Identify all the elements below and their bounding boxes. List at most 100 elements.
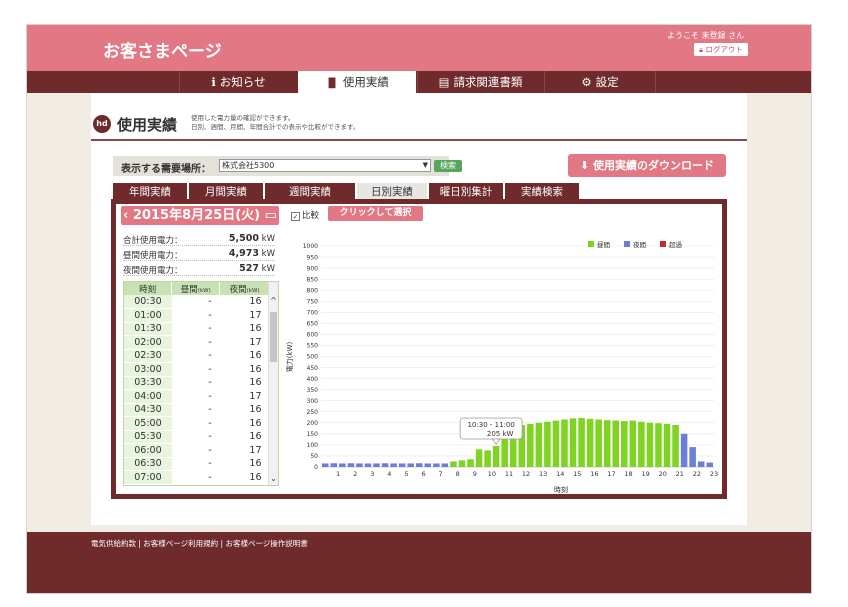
- column-header-day-label: 昼間: [180, 284, 198, 295]
- date-navigator: ‹ 2015年8月25日(火) ▭ ›: [121, 206, 279, 242]
- title-divider: [91, 139, 747, 141]
- location-selector-row: 表示する需要場所： 株式会社5300 ▼ 検索: [113, 156, 462, 176]
- brand-title: お客さまページ: [103, 42, 222, 62]
- usage-chart-icon: hd: [93, 115, 111, 133]
- scroll-down-icon[interactable]: ⌄: [269, 474, 278, 483]
- y-tick-label: 200: [307, 420, 319, 427]
- x-tick-label: 5: [404, 470, 408, 478]
- nav-label: 使用実績: [342, 75, 389, 89]
- download-button[interactable]: ⬇ 使用実績のダウンロード: [568, 154, 726, 177]
- unit-label: kW: [258, 249, 275, 259]
- cell-time: 02:30: [124, 349, 172, 363]
- x-tick-label: 20: [659, 470, 667, 478]
- cell-night: 17: [219, 443, 270, 458]
- scrollbar-thumb[interactable]: [270, 312, 277, 362]
- table-row: 01:00-17: [124, 308, 270, 323]
- search-button[interactable]: 検索: [434, 160, 462, 172]
- calendar-icon[interactable]: ▭: [265, 208, 277, 223]
- unit-label: (kW): [197, 287, 211, 294]
- cell-time: 05:30: [124, 430, 172, 444]
- table-row: 05:30-16: [124, 430, 270, 444]
- nav-label: 設定: [595, 75, 619, 89]
- chart-bar: [407, 463, 414, 467]
- nav-label: 請求関連書類: [453, 75, 523, 89]
- tooltip-pointer: [491, 438, 501, 445]
- chart-bar: [398, 463, 406, 467]
- logout-button[interactable]: 🔒︎ ログアウト: [694, 43, 748, 56]
- table-row: 04:30-16: [124, 403, 270, 417]
- compare-checkbox[interactable]: ✓ 比較: [291, 209, 319, 221]
- nav-label: お知らせ: [219, 75, 266, 89]
- table-row: 03:00-16: [124, 362, 270, 377]
- footer-link-page-terms[interactable]: お客様ページ利用規約: [143, 539, 218, 548]
- location-select-value: 株式会社5300: [222, 161, 275, 170]
- cell-night: 17: [219, 335, 270, 350]
- cell-day: -: [171, 416, 220, 431]
- chart-bar: [364, 463, 372, 467]
- cell-night: 16: [219, 416, 270, 431]
- table-body: 00:30-16 01:00-17 01:30-16 02:00-17 02:30-16…: [124, 295, 270, 485]
- page-description-line1: 使用した電力量の確認ができます。: [191, 114, 295, 122]
- chart-bar: [467, 459, 474, 467]
- legend-label: 超過: [669, 240, 683, 249]
- cell-night: 16: [219, 457, 270, 471]
- cell-day: -: [171, 376, 220, 390]
- cell-day: -: [171, 322, 220, 336]
- footer-link-terms[interactable]: 電気供給約款: [91, 539, 136, 548]
- nav-item-news[interactable]: ℹ お知らせ: [179, 71, 297, 93]
- location-label: 表示する需要場所：: [121, 164, 211, 175]
- x-tick-label: 12: [522, 470, 530, 478]
- footer-link-manual[interactable]: お客様ページ操作説明書: [225, 539, 307, 548]
- chart-bar: [322, 463, 329, 467]
- chart-bar: [527, 423, 534, 467]
- column-header-night: 夜間(kW): [219, 282, 270, 295]
- select-compare-button[interactable]: クリックして選択: [328, 206, 423, 221]
- prev-day-button[interactable]: ‹: [123, 208, 128, 223]
- current-date[interactable]: 2015年8月25日(火): [133, 208, 260, 223]
- usage-table[interactable]: 時刻 昼間(kW) 夜間(kW) 00:30-16 01:00-17 01:30-1…: [123, 281, 279, 486]
- location-select[interactable]: 株式会社5300 ▼: [219, 159, 431, 172]
- nav-item-settings[interactable]: ⚙ 設定: [544, 71, 656, 93]
- table-row: 06:00-17: [124, 443, 270, 458]
- cell-day: -: [171, 470, 220, 485]
- legend-label: 昼間: [597, 241, 610, 249]
- page-title: 使用実績: [117, 116, 178, 134]
- cell-day: -: [171, 389, 220, 404]
- x-tick-label: 1: [336, 470, 340, 478]
- chart-bar: [458, 460, 466, 467]
- chart-legend: 昼間 夜間 超過: [588, 240, 683, 249]
- y-tick-label: 300: [307, 398, 319, 405]
- cell-night: 16: [219, 430, 270, 444]
- x-tick-label: 14: [556, 470, 564, 478]
- nav-item-usage[interactable]: ▐▌ 使用実績: [298, 71, 416, 93]
- unit-label: kW: [258, 264, 275, 274]
- chart-bar: [629, 420, 637, 467]
- y-tick-label: 750: [307, 298, 319, 305]
- gear-icon: ⚙: [581, 75, 592, 89]
- column-header-night-label: 夜間: [229, 284, 247, 295]
- table-row: 06:30-16: [124, 457, 270, 471]
- table-row: 02:30-16: [124, 349, 270, 363]
- bar-chart-icon: ▐▌: [325, 79, 339, 89]
- chart-bar: [492, 446, 500, 467]
- table-scrollbar[interactable]: ^ ⌄: [268, 282, 278, 485]
- y-tick-label: 700: [307, 310, 319, 317]
- table-row: 00:30-16: [124, 295, 270, 309]
- table-row: 01:30-16: [124, 322, 270, 336]
- y-tick-label: 800: [307, 287, 319, 294]
- cell-night: 16: [219, 470, 270, 485]
- scroll-up-icon[interactable]: ^: [269, 296, 278, 305]
- logout-label: ログアウト: [705, 45, 743, 54]
- chart-bar: [672, 425, 679, 467]
- y-tick-label: 900: [307, 265, 319, 272]
- tooltip-title: 10:30 - 11:00: [467, 421, 514, 429]
- chart-bar: [569, 418, 577, 467]
- cell-night: 16: [219, 376, 270, 390]
- y-tick-label: 0: [314, 464, 318, 471]
- y-tick-label: 850: [307, 276, 319, 283]
- y-tick-label: 100: [307, 442, 319, 449]
- page-description: 使用した電力量の確認ができます。 日別、週間、月間、年間合計での表示や比較ができ…: [191, 114, 359, 132]
- content-card: hd 使用実績 使用した電力量の確認ができます。 日別、週間、月間、年間合計での…: [91, 93, 747, 525]
- cell-day: -: [171, 430, 220, 444]
- nav-item-billing-docs[interactable]: ▤ 請求関連書類: [417, 71, 543, 93]
